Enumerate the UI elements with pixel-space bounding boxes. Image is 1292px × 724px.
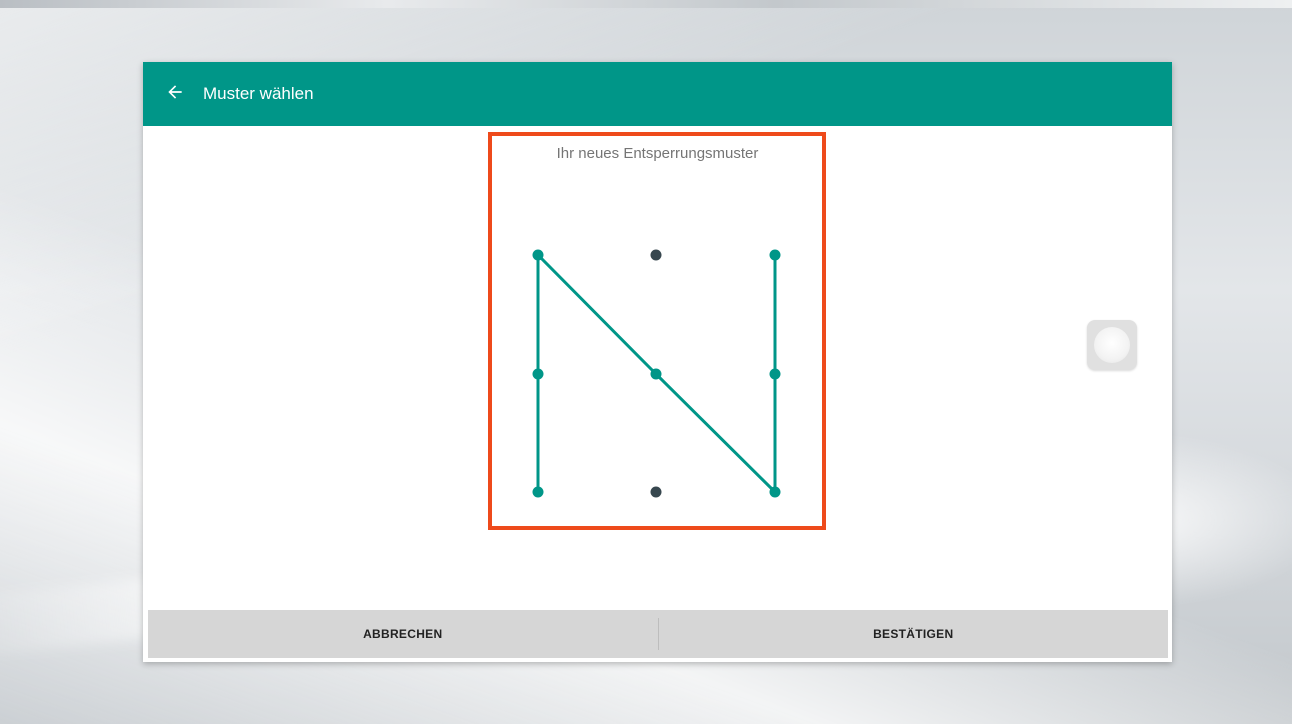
assistive-touch-button[interactable] <box>1087 320 1137 370</box>
pattern-dot-7[interactable] <box>532 486 544 498</box>
pattern-dot-2[interactable] <box>650 249 662 261</box>
pattern-dot-1[interactable] <box>532 249 544 261</box>
pattern-dot-4[interactable] <box>532 368 544 380</box>
pattern-dot-6[interactable] <box>769 368 781 380</box>
assistive-touch-icon <box>1094 327 1130 363</box>
choose-pattern-dialog: Muster wählen Ihr neues Entsperrungsmust… <box>143 62 1172 662</box>
pattern-dot-8[interactable] <box>650 486 662 498</box>
pattern-grid[interactable] <box>143 62 1172 602</box>
confirm-button[interactable]: BESTÄTIGEN <box>659 610 1169 658</box>
pattern-segment <box>654 372 777 494</box>
pattern-dot-5[interactable] <box>650 368 662 380</box>
pattern-dot-3[interactable] <box>769 249 781 261</box>
pattern-dot-9[interactable] <box>769 486 781 498</box>
background-top-band <box>0 0 1292 8</box>
button-bar: ABBRECHEN BESTÄTIGEN <box>148 610 1168 658</box>
cancel-button[interactable]: ABBRECHEN <box>148 610 658 658</box>
pattern-segment <box>536 253 658 376</box>
